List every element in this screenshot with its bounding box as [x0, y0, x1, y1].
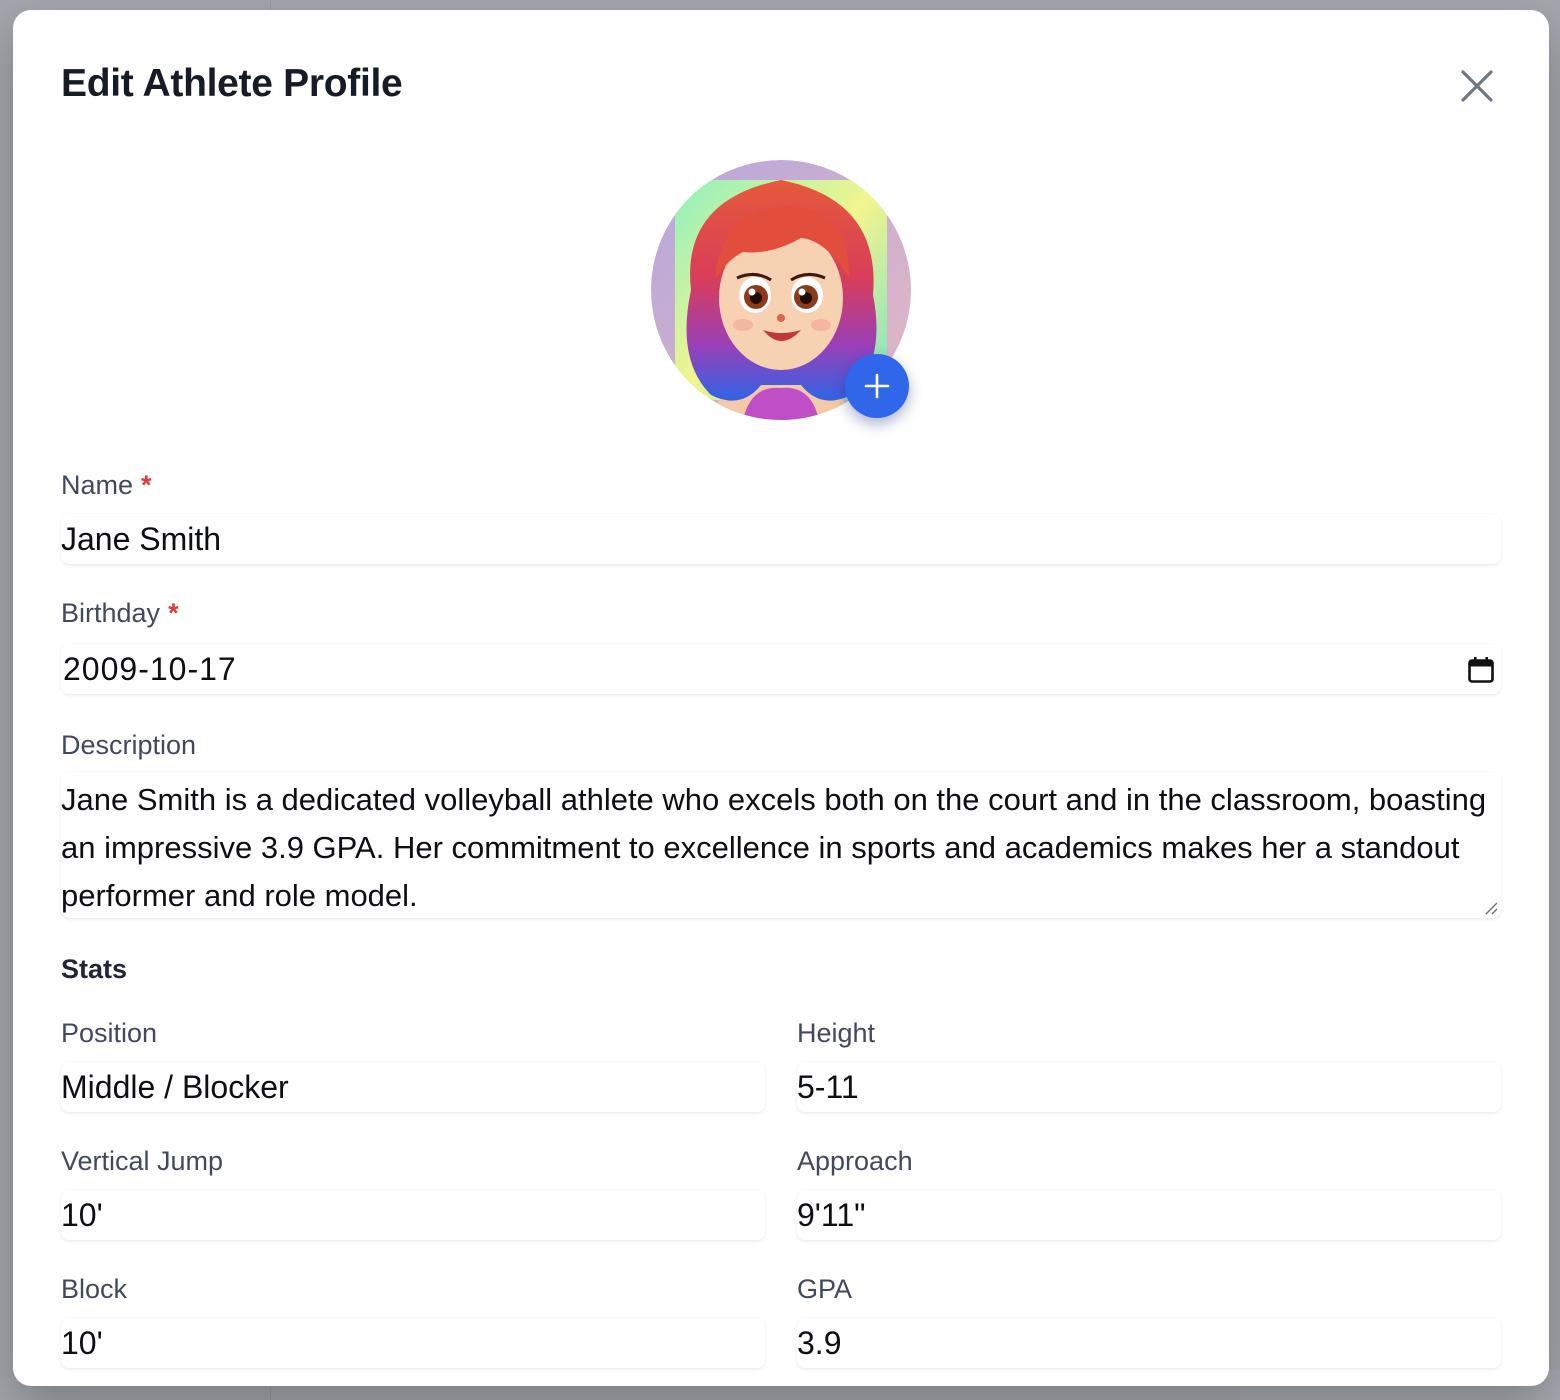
name-label: Name *: [61, 470, 152, 500]
add-photo-button[interactable]: [845, 354, 909, 418]
vertical-jump-label: Vertical Jump: [61, 1146, 224, 1176]
required-mark: *: [141, 470, 152, 500]
gpa-label: GPA: [797, 1274, 853, 1304]
description-text: Jane Smith is a dedicated volleyball ath…: [61, 782, 1487, 913]
gpa-input[interactable]: 3.9: [797, 1318, 1501, 1368]
calendar-icon[interactable]: [1467, 655, 1495, 692]
avatar-container: [651, 160, 911, 420]
stats-heading: Stats: [61, 954, 128, 984]
approach-label: Approach: [797, 1146, 913, 1176]
vertical-jump-input[interactable]: 10': [61, 1190, 765, 1240]
height-input[interactable]: 5-11: [797, 1062, 1501, 1112]
close-button[interactable]: [1453, 62, 1501, 110]
height-label: Height: [797, 1018, 876, 1048]
block-input[interactable]: 10': [61, 1318, 765, 1368]
birthday-input[interactable]: 2009-10-17: [61, 644, 1501, 694]
required-mark: *: [168, 598, 179, 628]
edit-profile-modal: Edit Athlete Profile Name * Jane Smith B…: [13, 10, 1549, 1386]
resize-grip-icon[interactable]: [1483, 900, 1499, 916]
position-label: Position: [61, 1018, 158, 1048]
modal-title: Edit Athlete Profile: [61, 62, 403, 105]
birthday-label: Birthday *: [61, 598, 179, 628]
close-icon: [1461, 70, 1493, 102]
position-input[interactable]: Middle / Blocker: [61, 1062, 765, 1112]
approach-input[interactable]: 9'11": [797, 1190, 1501, 1240]
block-label: Block: [61, 1274, 128, 1304]
plus-icon: [864, 373, 890, 399]
description-textarea[interactable]: Jane Smith is a dedicated volleyball ath…: [61, 772, 1501, 918]
description-label: Description: [61, 730, 197, 760]
name-input[interactable]: Jane Smith: [61, 514, 1501, 564]
